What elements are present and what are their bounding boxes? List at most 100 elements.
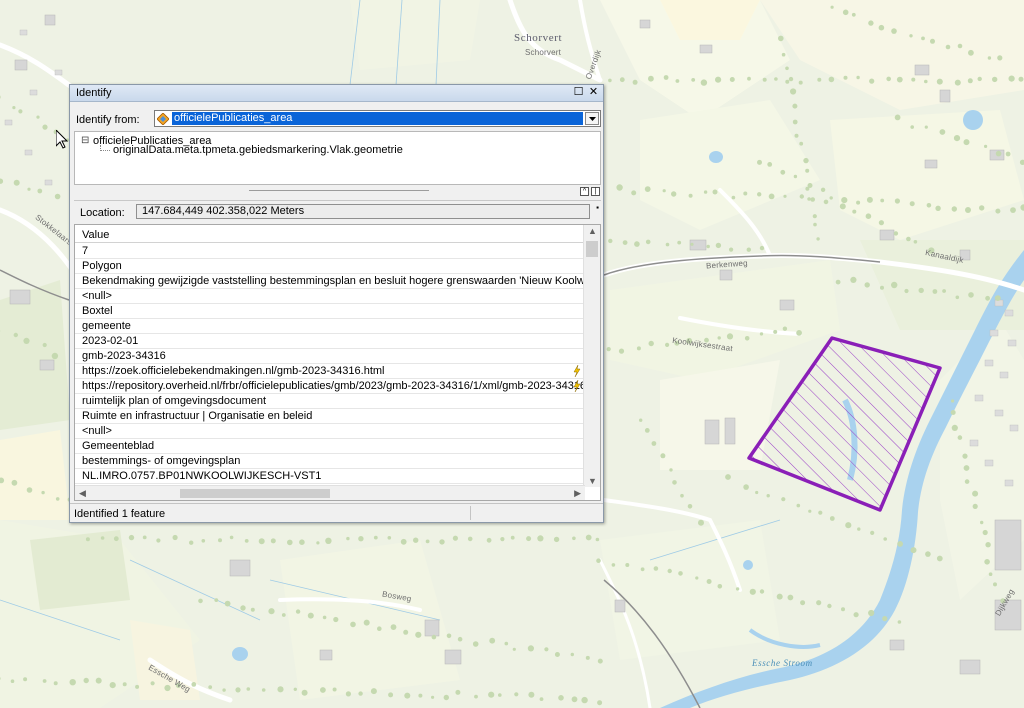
- results-tree[interactable]: ⊟ officielePublicaties_area originalData…: [74, 131, 601, 185]
- tree-dot: [715, 76, 722, 83]
- attribute-row[interactable]: gmb-2023-34316: [75, 349, 585, 364]
- tree-dot: [246, 687, 251, 691]
- tree-dot: [870, 530, 875, 536]
- tree-dot: [500, 537, 505, 542]
- tree-dot: [796, 503, 801, 508]
- tree-dot: [717, 584, 723, 589]
- attribute-row[interactable]: ruimtelijk plan of omgevingsdocument: [75, 394, 585, 409]
- tree-dot: [486, 537, 492, 543]
- tree-dot: [415, 631, 422, 638]
- attribute-row[interactable]: gemeente: [75, 319, 585, 334]
- vertical-scrollbar[interactable]: ▲ ▼: [583, 225, 600, 487]
- collapse-icon[interactable]: ⊟: [81, 135, 89, 146]
- identify-title-bar[interactable]: Identify ☐ ✕: [70, 85, 603, 102]
- layout-toggle-button[interactable]: |: [591, 187, 600, 196]
- tree-dot: [918, 287, 924, 294]
- attribute-grid[interactable]: Value 7 Polygon Bekendmaking gewijzigde …: [74, 224, 601, 501]
- tree-dot: [680, 493, 684, 498]
- attribute-row[interactable]: <null>: [75, 289, 585, 304]
- tree-dot: [258, 538, 265, 545]
- hyperlink-bolt-icon[interactable]: [573, 365, 581, 377]
- scroll-down-icon[interactable]: ▼: [588, 476, 597, 486]
- attribute-row[interactable]: bestemmings- of omgevingsplan: [75, 454, 585, 469]
- tree-dot: [218, 538, 222, 543]
- tree-dot: [781, 497, 786, 502]
- tree-dot: [413, 537, 419, 543]
- tree-dot: [926, 203, 932, 208]
- attribute-row[interactable]: Ruimte en infrastructuur | Organisatie e…: [75, 409, 585, 424]
- tree-dot: [886, 76, 891, 82]
- identify-window[interactable]: Identify ☐ ✕ Identify from: officielePub…: [69, 84, 604, 523]
- tree-dot: [1010, 207, 1016, 214]
- value-column-header[interactable]: Value: [75, 228, 585, 243]
- chevron-down-icon[interactable]: [585, 112, 599, 125]
- attribute-row[interactable]: https://repository.overheid.nl/frbr/offi…: [75, 379, 585, 394]
- tree-dot: [841, 197, 848, 204]
- scroll-up-icon[interactable]: ▲: [588, 226, 597, 236]
- tree-dot: [667, 568, 672, 574]
- tree-dot: [425, 539, 430, 544]
- tree-dot: [827, 603, 832, 609]
- hyperlink-bolt-icon[interactable]: [573, 380, 581, 392]
- attribute-row[interactable]: 2023-02-01: [75, 334, 585, 349]
- tree-connector: [100, 145, 101, 151]
- attribute-row[interactable]: NL.IMRO.0757.BP01NWKOOLWIJKESCH-VST1: [75, 469, 585, 484]
- tree-dot: [790, 88, 797, 95]
- tree-dot: [1008, 75, 1015, 82]
- vertical-scroll-thumb[interactable]: [586, 241, 598, 257]
- horizontal-scroll-thumb[interactable]: [180, 489, 330, 498]
- tree-dot: [896, 76, 903, 83]
- tree-dot: [805, 168, 810, 173]
- tree-dot: [95, 677, 102, 684]
- tree-dot: [1018, 76, 1024, 82]
- tree-dot: [320, 687, 326, 693]
- tree-dot: [688, 193, 693, 198]
- tree-dot: [85, 537, 90, 542]
- status-text: Identified 1 feature: [74, 508, 166, 520]
- tree-dot: [787, 594, 794, 601]
- tree-dot: [672, 480, 677, 485]
- tree-dot: [631, 190, 637, 196]
- attribute-row[interactable]: Bekendmaking gewijzigde vaststelling bes…: [75, 274, 585, 289]
- attribute-row[interactable]: <null>: [75, 424, 585, 439]
- tree-dot: [757, 159, 762, 165]
- scroll-right-icon[interactable]: ▶: [574, 488, 581, 499]
- tree-dot: [55, 497, 60, 501]
- tree-dot: [866, 196, 873, 203]
- attribute-row[interactable]: https://zoek.officielebekendmakingen.nl/…: [75, 364, 585, 379]
- attribute-row[interactable]: Polygon: [75, 259, 585, 274]
- tree-dot: [757, 192, 762, 197]
- horizontal-scrollbar[interactable]: ◀ ▶: [75, 485, 585, 500]
- location-field[interactable]: 147.684,449 402.358,022 Meters: [136, 204, 590, 219]
- tree-feature-node[interactable]: originalData.meta.tpmeta.gebiedsmarkerin…: [113, 144, 403, 156]
- tree-dot: [924, 79, 928, 84]
- tree-dot: [214, 598, 219, 602]
- tree-dot: [201, 539, 206, 543]
- tree-dot: [823, 199, 829, 205]
- attribute-row[interactable]: Boxtel: [75, 304, 585, 319]
- tree-dot: [189, 540, 194, 545]
- tree-dot: [100, 536, 105, 540]
- tree-dot: [857, 527, 861, 531]
- location-menu-icon[interactable]: ▪: [596, 203, 599, 212]
- tree-dot: [581, 696, 588, 704]
- tree-dot: [706, 244, 710, 249]
- hyperlink-value[interactable]: https://zoek.officielebekendmakingen.nl/…: [82, 365, 384, 377]
- attribute-row[interactable]: 7: [75, 244, 585, 259]
- close-button[interactable]: ✕: [587, 86, 600, 99]
- splitter-grip[interactable]: [249, 190, 429, 191]
- pane-splitter[interactable]: ^ |: [74, 185, 601, 196]
- attribute-row[interactable]: Gemeenteblad: [75, 439, 585, 454]
- tree-dot: [813, 222, 817, 227]
- tree-dot: [13, 332, 18, 338]
- scroll-left-icon[interactable]: ◀: [79, 488, 86, 499]
- hyperlink-value[interactable]: https://repository.overheid.nl/frbr/offi…: [82, 380, 585, 392]
- identify-from-dropdown[interactable]: officielePublicaties_area: [154, 110, 601, 127]
- dock-button[interactable]: ☐: [572, 86, 585, 99]
- collapse-up-button[interactable]: ^: [580, 187, 589, 196]
- tree-dot: [785, 79, 790, 84]
- attribute-rows: Value 7 Polygon Bekendmaking gewijzigde …: [75, 225, 585, 487]
- tree-dot: [512, 647, 516, 651]
- tree-dot: [930, 38, 935, 44]
- tree-dot: [992, 76, 998, 83]
